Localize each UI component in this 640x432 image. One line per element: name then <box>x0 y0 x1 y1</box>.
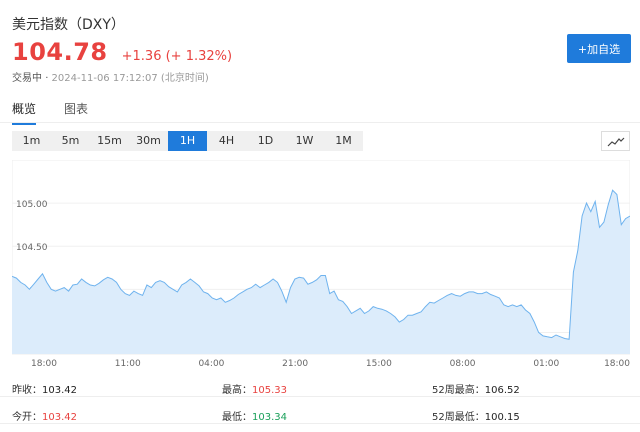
period-1m[interactable]: 1m <box>12 131 51 151</box>
stat-high: 最高：105.33 <box>222 385 287 396</box>
x-tick-label: 08:00 <box>450 359 476 369</box>
last-price: 104.78 <box>12 38 108 66</box>
period-selector: 1m 5m 15m 30m 1H 4H 1D 1W 1M <box>12 131 363 151</box>
period-1h[interactable]: 1H <box>168 131 207 151</box>
y-tick-label: 105.00 <box>16 200 48 210</box>
period-15m[interactable]: 15m <box>90 131 129 151</box>
price-change: +1.36 (+ 1.32%) <box>121 49 233 64</box>
tabs-divider <box>0 122 640 123</box>
period-1mo[interactable]: 1M <box>324 131 363 151</box>
x-tick-label: 15:00 <box>366 359 392 369</box>
period-1d[interactable]: 1D <box>246 131 285 151</box>
chart-type-toggle[interactable] <box>601 131 630 151</box>
x-tick-label: 18:00 <box>604 359 630 369</box>
x-tick-label: 04:00 <box>198 359 224 369</box>
period-30m[interactable]: 30m <box>129 131 168 151</box>
price-chart-svg: 103.50104.00104.50105.0018:0011:0004:002… <box>11 159 631 369</box>
stat-prev-close: 昨收：103.42 <box>12 385 77 396</box>
page-title: 美元指数（DXY） <box>12 17 125 33</box>
line-chart-icon <box>607 132 625 151</box>
price-row: 104.78 +1.36 (+ 1.32%) <box>12 38 232 66</box>
period-1w[interactable]: 1W <box>285 131 324 151</box>
status-label: 交易中 <box>12 73 42 84</box>
stats-row: 今开：103.42 最低：103.34 52周最低：100.15 <box>0 403 640 424</box>
trading-status: 交易中 · 2024-11-06 17:12:07 (北京时间) <box>12 73 209 84</box>
stat-52w-low: 52周最低：100.15 <box>432 412 520 423</box>
stat-low: 最低：103.34 <box>222 412 287 423</box>
x-tick-label: 01:00 <box>533 359 559 369</box>
x-tick-label: 18:00 <box>31 359 57 369</box>
x-tick-label: 11:00 <box>115 359 141 369</box>
y-tick-label: 104.50 <box>16 243 48 253</box>
x-tick-label: 21:00 <box>282 359 308 369</box>
period-5m[interactable]: 5m <box>51 131 90 151</box>
add-watchlist-button[interactable]: +加自选 <box>567 34 631 63</box>
period-4h[interactable]: 4H <box>207 131 246 151</box>
status-time: 2024-11-06 17:12:07 (北京时间) <box>51 73 209 84</box>
stat-52w-high: 52周最高：106.52 <box>432 385 520 396</box>
stats-row: 昨收：103.42 最高：105.33 52周最高：106.52 <box>0 376 640 397</box>
price-chart: 103.50104.00104.50105.0018:0011:0004:002… <box>11 159 631 370</box>
stat-open: 今开：103.42 <box>12 412 77 423</box>
